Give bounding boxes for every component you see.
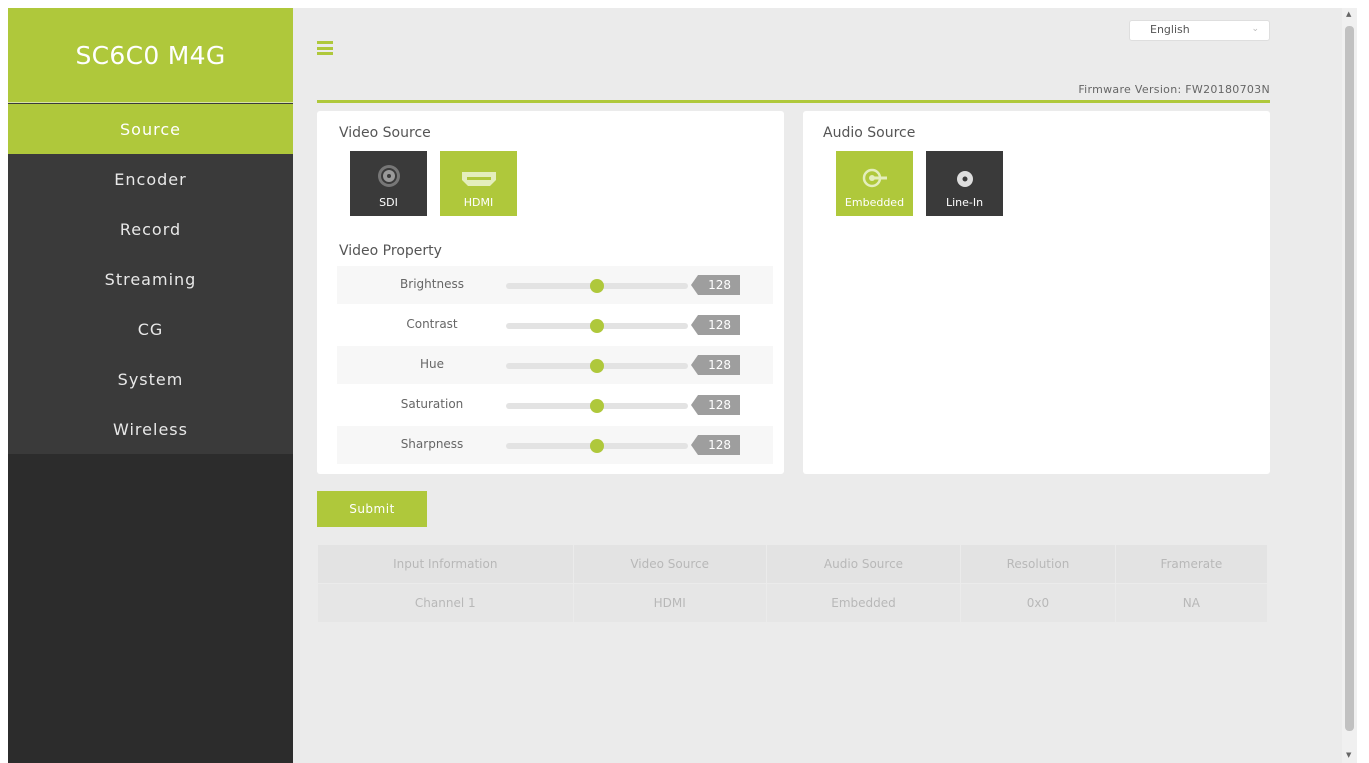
- saturation-slider[interactable]: [506, 399, 688, 413]
- sidebar-nav: Source Encoder Record Streaming CG Syste…: [8, 103, 293, 454]
- table-header-cell: Resolution: [960, 544, 1116, 584]
- audio-source-line-in-button[interactable]: Line-In: [926, 151, 1003, 216]
- table-cell: HDMI: [572, 583, 767, 623]
- video-source-hdmi-button[interactable]: HDMI: [440, 151, 517, 216]
- firmware-version: Firmware Version: FW20180703N: [1078, 83, 1270, 96]
- input-information-table: Input Information Video Source Audio Sou…: [317, 544, 1269, 623]
- table-header-row: Input Information Video Source Audio Sou…: [317, 544, 1269, 584]
- audio-source-embedded-button[interactable]: Embedded: [836, 151, 913, 216]
- scroll-up-arrow-icon[interactable]: ▲: [1346, 10, 1351, 18]
- sidebar-item-encoder[interactable]: Encoder: [8, 154, 293, 204]
- table-header-cell: Framerate: [1114, 544, 1269, 584]
- saturation-value: 128: [691, 395, 740, 415]
- line-in-jack-icon: [956, 171, 973, 187]
- property-row-contrast: Contrast 128: [337, 306, 773, 344]
- property-row-hue: Hue 128: [337, 346, 773, 384]
- saturation-label: Saturation: [400, 397, 464, 411]
- hue-slider[interactable]: [506, 359, 688, 373]
- language-select[interactable]: English ⌄: [1129, 20, 1270, 41]
- sharpness-label: Sharpness: [400, 437, 464, 451]
- table-row: Channel 1 HDMI Embedded 0x0 NA: [317, 583, 1269, 623]
- contrast-label: Contrast: [406, 317, 458, 331]
- saturation-slider-handle[interactable]: [590, 399, 605, 413]
- sharpness-value: 128: [691, 435, 740, 455]
- contrast-slider[interactable]: [506, 319, 688, 333]
- table-cell: Embedded: [765, 583, 962, 623]
- video-source-sdi-button[interactable]: SDI: [350, 151, 427, 216]
- embedded-audio-icon: [862, 168, 887, 188]
- sidebar-item-cg[interactable]: CG: [8, 304, 293, 354]
- sidebar-item-source[interactable]: Source: [8, 104, 293, 154]
- sharpness-slider-handle[interactable]: [590, 439, 605, 453]
- property-row-sharpness: Sharpness 128: [337, 426, 773, 464]
- audio-source-card: Audio Source Embedded Line-In: [803, 111, 1270, 474]
- property-row-saturation: Saturation 128: [337, 386, 773, 424]
- chevron-down-icon: ⌄: [1251, 24, 1259, 34]
- sidebar-item-wireless[interactable]: Wireless: [8, 404, 293, 454]
- page-scrollbar[interactable]: ▲ ▼: [1342, 8, 1357, 763]
- brightness-label: Brightness: [400, 277, 464, 291]
- property-row-brightness: Brightness 128: [337, 266, 773, 304]
- language-select-value: English: [1150, 23, 1190, 36]
- audio-source-title: Audio Source: [823, 125, 916, 141]
- hdmi-port-icon: [461, 172, 496, 186]
- submit-button[interactable]: Submit: [317, 491, 427, 527]
- audio-source-embedded-label: Embedded: [844, 196, 905, 209]
- video-source-title: Video Source: [339, 125, 431, 141]
- table-header-cell: Audio Source: [765, 544, 962, 584]
- video-property-title: Video Property: [339, 243, 442, 259]
- audio-source-line-in-label: Line-In: [945, 196, 984, 209]
- contrast-value: 128: [691, 315, 740, 335]
- table-header-cell: Video Source: [572, 544, 767, 584]
- hue-label: Hue: [419, 357, 444, 371]
- sidebar-item-record[interactable]: Record: [8, 204, 293, 254]
- table-cell: NA: [1114, 583, 1269, 623]
- contrast-slider-handle[interactable]: [590, 319, 605, 333]
- brightness-slider[interactable]: [506, 279, 688, 293]
- table-cell: Channel 1: [317, 583, 574, 623]
- sdi-connector-icon: [377, 165, 400, 187]
- hue-slider-handle[interactable]: [590, 359, 605, 373]
- hamburger-menu-icon[interactable]: [317, 41, 333, 55]
- video-source-sdi-label: SDI: [379, 196, 398, 209]
- sidebar-item-streaming[interactable]: Streaming: [8, 254, 293, 304]
- scroll-down-arrow-icon[interactable]: ▼: [1346, 751, 1351, 759]
- main-content: English ⌄ Firmware Version: FW20180703N …: [293, 8, 1342, 763]
- sharpness-slider[interactable]: [506, 439, 688, 453]
- video-source-hdmi-label: HDMI: [463, 196, 494, 209]
- table-header-cell: Input Information: [317, 544, 574, 584]
- scrollbar-thumb[interactable]: [1345, 26, 1354, 731]
- brightness-slider-handle[interactable]: [590, 279, 605, 293]
- hue-value: 128: [691, 355, 740, 375]
- header-divider: [317, 100, 1270, 103]
- sidebar: SC6C0 M4G Source Encoder Record Streamin…: [8, 8, 293, 763]
- table-cell: 0x0: [960, 583, 1116, 623]
- video-source-card: Video Source SDI HDMI Video Property Bri…: [317, 111, 784, 474]
- brightness-value: 128: [691, 275, 740, 295]
- brand-title: SC6C0 M4G: [8, 8, 293, 103]
- sidebar-item-system[interactable]: System: [8, 354, 293, 404]
